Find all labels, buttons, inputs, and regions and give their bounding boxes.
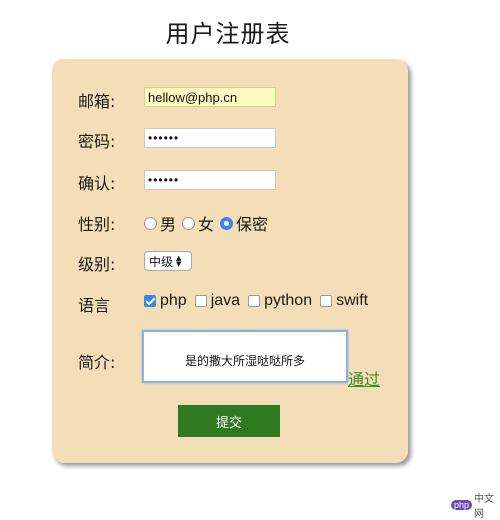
language-option-label: java bbox=[210, 292, 241, 309]
level-label: 级别: bbox=[78, 255, 116, 274]
language-checkbox-swift[interactable] bbox=[320, 295, 333, 307]
gender-radio-group: 男 女 保密 bbox=[144, 211, 274, 235]
gender-radio-female[interactable] bbox=[182, 216, 196, 230]
password-label: 密码: bbox=[78, 132, 116, 151]
gender-option-label: 女 bbox=[198, 215, 215, 234]
password-field[interactable] bbox=[144, 128, 276, 148]
intro-label: 简介: bbox=[78, 353, 116, 372]
confirm-password-field[interactable] bbox=[144, 170, 276, 190]
email-field[interactable] bbox=[144, 87, 276, 107]
language-checkbox-python[interactable] bbox=[248, 295, 261, 307]
select-arrows-icon: ▲ ▼ bbox=[176, 254, 182, 268]
level-select[interactable]: 中级 ▲ ▼ bbox=[144, 251, 192, 271]
gender-radio-secret[interactable] bbox=[220, 216, 234, 230]
gender-option-label: 男 bbox=[160, 215, 177, 234]
gender-label: 性别: bbox=[78, 215, 116, 234]
language-option-label: php bbox=[160, 292, 187, 309]
registration-form: 邮箱: 密码: 确认: 性别: 男 女 保密 级别: 中级 ▲▼ 语言 php … bbox=[52, 59, 408, 463]
language-checkbox-java[interactable] bbox=[194, 295, 207, 307]
language-option-label: python bbox=[264, 292, 313, 309]
confirm-password-label: 确认: bbox=[78, 174, 116, 193]
gender-radio-male[interactable] bbox=[144, 216, 157, 230]
language-checkbox-group: php java python swift bbox=[144, 292, 376, 310]
language-label: 语言 bbox=[78, 296, 111, 315]
php-logo-icon: php bbox=[451, 500, 473, 510]
submit-button[interactable]: 提交 bbox=[178, 405, 280, 437]
gender-option-label: 保密 bbox=[236, 215, 269, 234]
email-label: 邮箱: bbox=[78, 92, 116, 111]
language-checkbox-php[interactable] bbox=[144, 295, 156, 307]
level-select-value: 中级 bbox=[149, 254, 174, 269]
watermark: php 中文网 bbox=[451, 490, 500, 520]
pass-link[interactable]: 通过 bbox=[348, 366, 380, 390]
language-option-label: swift bbox=[336, 292, 369, 309]
page-title: 用户注册表 bbox=[165, 20, 291, 48]
watermark-text: 中文网 bbox=[474, 494, 495, 520]
intro-textarea[interactable]: 是的撒大所湿哒哒所多 bbox=[142, 330, 348, 383]
